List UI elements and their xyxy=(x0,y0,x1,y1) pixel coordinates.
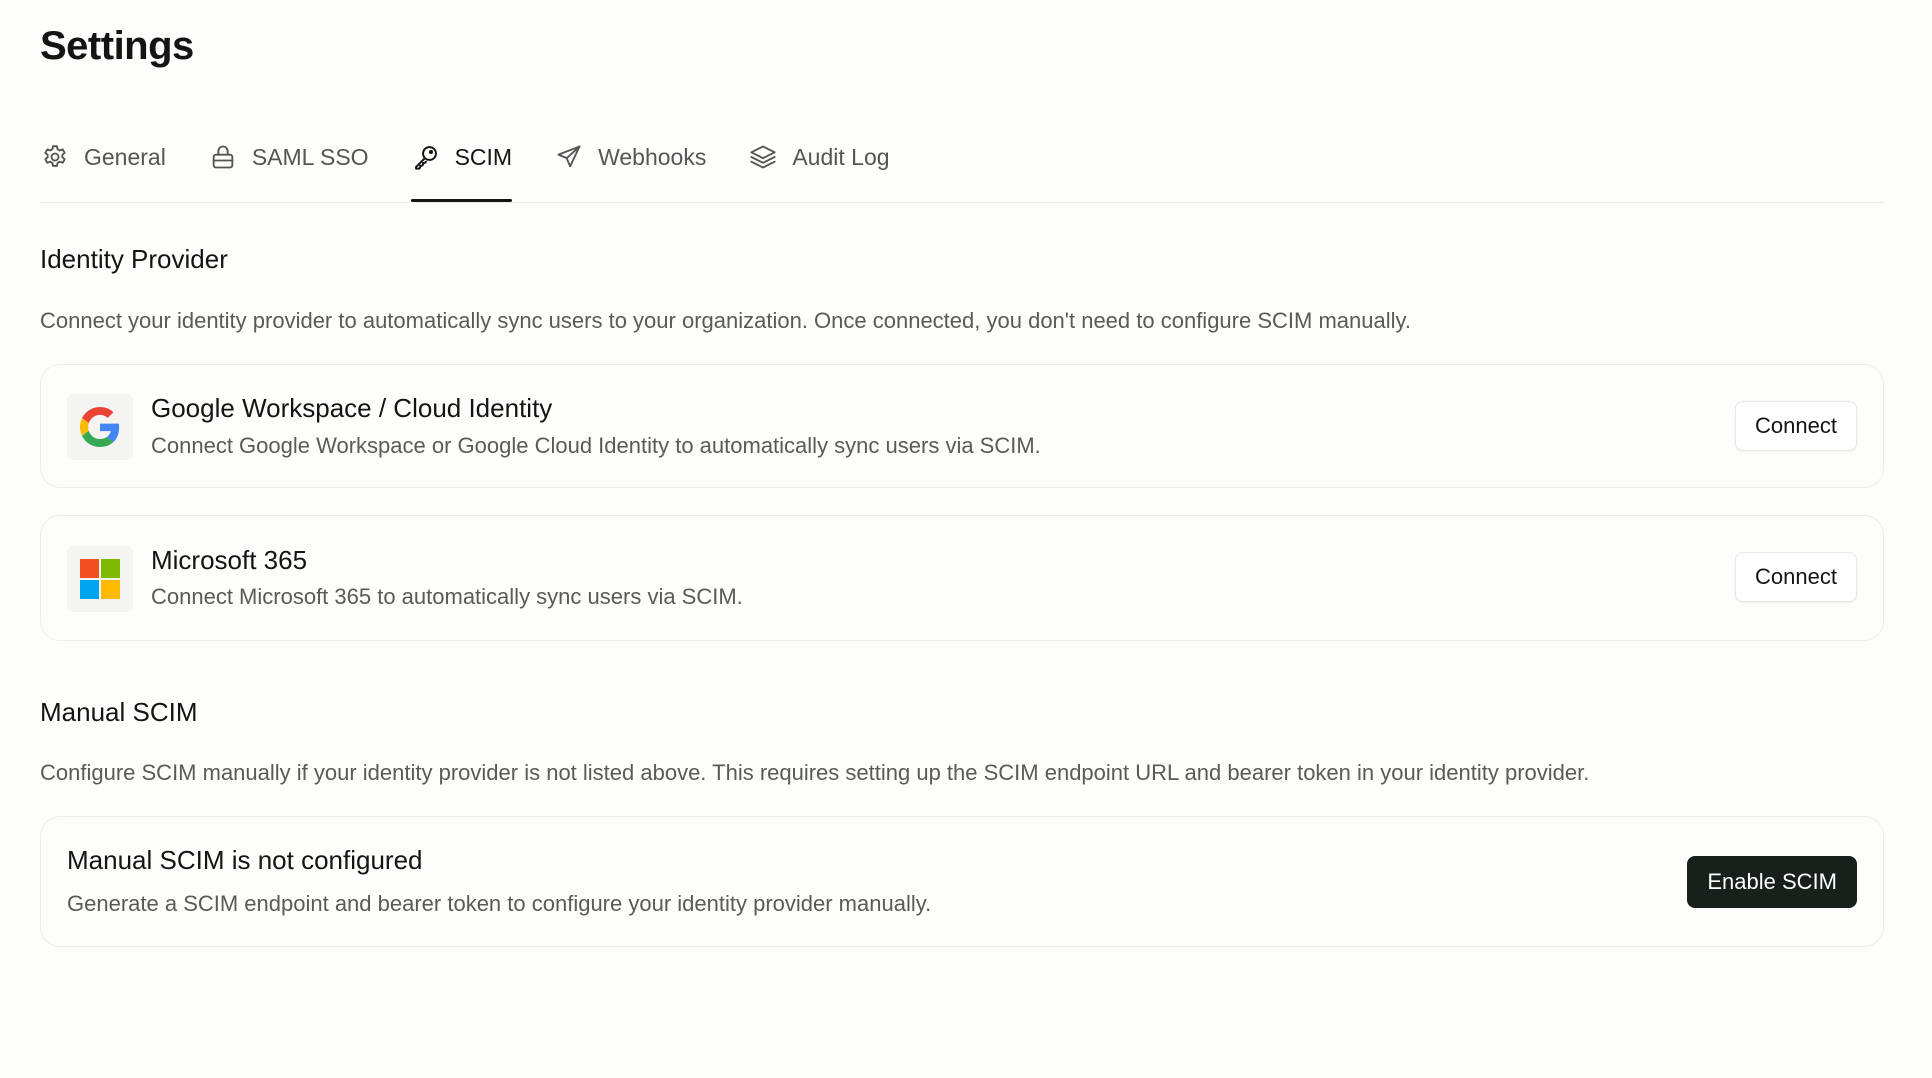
connect-microsoft-button[interactable]: Connect xyxy=(1735,552,1857,602)
tab-label: General xyxy=(84,143,166,170)
provider-card-microsoft: Microsoft 365 Connect Microsoft 365 to a… xyxy=(40,515,1884,641)
layers-icon xyxy=(748,142,778,172)
tab-label: Webhooks xyxy=(598,143,707,170)
settings-tabs: General SAML SSO SCIM Webhooks Audit Log xyxy=(40,130,1884,203)
provider-description: Connect Google Workspace or Google Cloud… xyxy=(151,433,1041,458)
manual-scim-card: Manual SCIM is not configured Generate a… xyxy=(40,816,1884,947)
connect-google-button[interactable]: Connect xyxy=(1735,401,1857,451)
tab-label: SCIM xyxy=(454,143,513,170)
tab-webhooks[interactable]: Webhooks xyxy=(554,130,706,184)
manual-scim-status-title: Manual SCIM is not configured xyxy=(67,845,423,875)
send-icon xyxy=(554,142,584,172)
tab-scim[interactable]: SCIM xyxy=(410,130,513,202)
manual-scim-description: Configure SCIM manually if your identity… xyxy=(40,760,1590,785)
provider-description: Connect Microsoft 365 to automatically s… xyxy=(151,584,743,609)
identity-provider-description: Connect your identity provider to automa… xyxy=(40,308,1411,333)
gear-icon xyxy=(40,142,70,172)
microsoft-logo-icon xyxy=(67,546,133,612)
provider-name: Google Workspace / Cloud Identity xyxy=(151,393,553,423)
tab-audit-log[interactable]: Audit Log xyxy=(748,130,890,184)
tab-label: Audit Log xyxy=(792,143,890,170)
manual-scim-status-description: Generate a SCIM endpoint and bearer toke… xyxy=(67,891,932,916)
identity-provider-heading: Identity Provider xyxy=(40,244,228,274)
provider-card-google: Google Workspace / Cloud Identity Connec… xyxy=(40,364,1884,488)
manual-scim-heading: Manual SCIM xyxy=(40,697,198,727)
enable-scim-button[interactable]: Enable SCIM xyxy=(1687,856,1857,908)
page-title: Settings xyxy=(40,24,194,68)
settings-page: Settings General SAML SSO SCIM Webhooks … xyxy=(0,0,1932,1078)
key-icon xyxy=(411,142,441,172)
tab-label: SAML SSO xyxy=(251,143,369,170)
tab-saml-sso[interactable]: SAML SSO xyxy=(208,130,369,184)
lock-icon xyxy=(208,142,238,172)
tab-general[interactable]: General xyxy=(40,130,166,184)
provider-name: Microsoft 365 xyxy=(151,545,308,575)
google-logo-icon xyxy=(67,394,133,460)
